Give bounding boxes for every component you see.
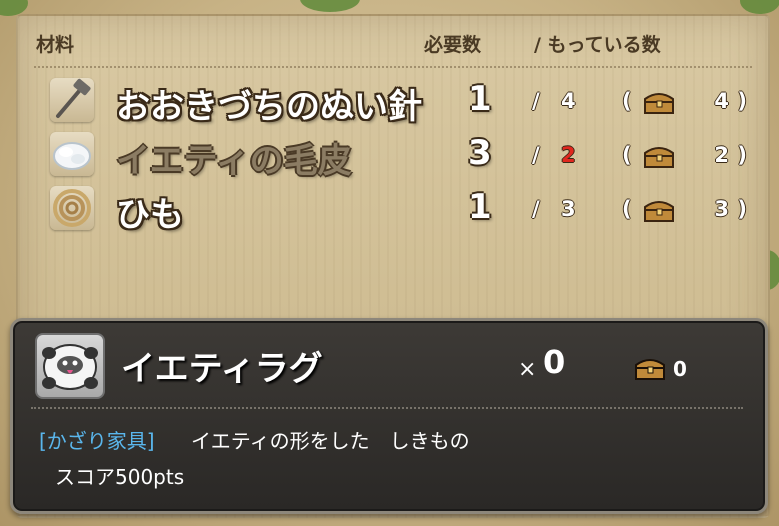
product-score: スコア500pts bbox=[55, 465, 185, 489]
storage-number: 3 bbox=[714, 197, 729, 221]
have-count: 3 bbox=[560, 197, 576, 221]
material-required: 3 bbox=[468, 133, 492, 173]
game-window: 材料 必要数 / もっている数 おおきづちのぬい針 1 / 4 ( 4 ) イエ… bbox=[0, 0, 779, 526]
header-required: 必要数 bbox=[424, 34, 482, 56]
leaf-decoration bbox=[300, 0, 360, 12]
leaf-decoration bbox=[740, 0, 779, 14]
product-quantity: 0 bbox=[543, 343, 566, 381]
storage-count: ( 3 ) bbox=[622, 197, 747, 225]
storage-number: 4 bbox=[714, 89, 729, 113]
chest-icon bbox=[644, 93, 674, 114]
paren-open: ( bbox=[622, 197, 632, 221]
panel-divider bbox=[31, 407, 743, 409]
storage-number: 2 bbox=[714, 143, 729, 167]
separator: / bbox=[532, 143, 540, 167]
storage-count: ( 4 ) bbox=[622, 89, 747, 117]
material-have: / 4 bbox=[532, 89, 576, 113]
paren-close: ) bbox=[737, 89, 747, 113]
storage-count: ( 2 ) bbox=[622, 143, 747, 171]
mallet-needle-icon bbox=[50, 78, 94, 122]
product-description: イエティの形をした しきもの bbox=[191, 429, 470, 453]
material-name: ひも bbox=[116, 195, 184, 235]
quantity-prefix: × bbox=[518, 357, 537, 382]
chest-icon bbox=[635, 359, 665, 380]
paren-close: ) bbox=[737, 197, 747, 221]
header-have: / もっている数 bbox=[534, 34, 661, 56]
material-have: / 2 bbox=[532, 143, 576, 167]
material-row[interactable]: ひも 1 / 3 ( 3 ) bbox=[50, 184, 750, 236]
separator: / bbox=[532, 89, 540, 113]
yeti-rug-icon bbox=[35, 333, 105, 399]
material-have: / 3 bbox=[532, 197, 576, 221]
separator: / bbox=[532, 197, 540, 221]
product-name: イエティラグ bbox=[121, 349, 323, 389]
product-category: [かざり家具] bbox=[39, 429, 155, 453]
material-row[interactable]: おおきづちのぬい針 1 / 4 ( 4 ) bbox=[50, 76, 750, 128]
product-storage-count: 0 bbox=[673, 357, 687, 381]
have-count-short: 2 bbox=[560, 143, 576, 167]
product-detail-panel: イエティラグ × 0 0 [かざり家具] イエティの形をした しきもの スコア5… bbox=[10, 318, 768, 514]
material-row[interactable]: イエティの毛皮 3 / 2 ( 2 ) bbox=[50, 130, 750, 182]
header-divider bbox=[34, 66, 752, 68]
have-count: 4 bbox=[560, 89, 576, 113]
header-material: 材料 bbox=[36, 34, 75, 56]
rope-coil-icon bbox=[50, 186, 94, 230]
chest-icon bbox=[644, 147, 674, 168]
paren-open: ( bbox=[622, 143, 632, 167]
white-fur-icon bbox=[50, 132, 94, 176]
chest-icon bbox=[644, 201, 674, 222]
paren-close: ) bbox=[737, 143, 747, 167]
material-required: 1 bbox=[468, 187, 492, 227]
paren-open: ( bbox=[622, 89, 632, 113]
material-name: おおきづちのぬい針 bbox=[116, 87, 422, 127]
material-name: イエティの毛皮 bbox=[116, 141, 352, 181]
material-required: 1 bbox=[468, 79, 492, 119]
